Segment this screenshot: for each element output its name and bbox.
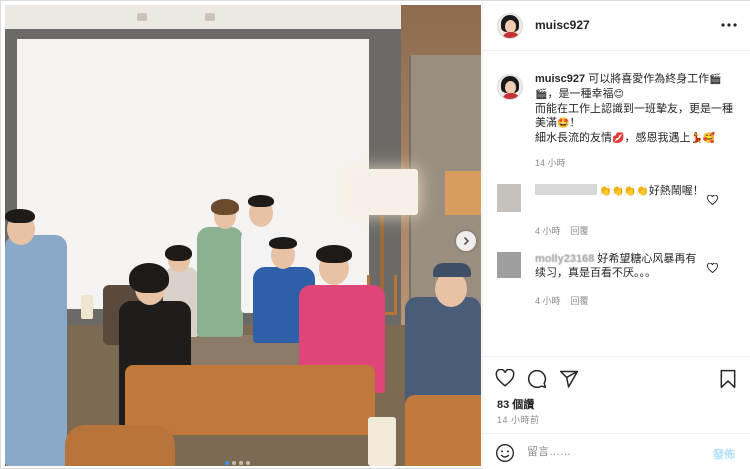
bookmark-icon	[720, 369, 736, 389]
floor-lamp-shade	[346, 169, 418, 215]
post-timestamp[interactable]: 14 小時前	[497, 413, 540, 426]
comment-timestamp[interactable]: 4 小時	[535, 296, 561, 306]
caption-timestamp[interactable]: 14 小時	[535, 156, 566, 169]
redacted-username	[535, 184, 597, 195]
ceiling-light	[137, 13, 147, 21]
comment-body: 好熱鬧喔！	[648, 185, 704, 197]
lampshade-right	[445, 171, 481, 215]
like-button[interactable]	[495, 368, 515, 389]
caption: muisc927 可以將喜愛作為終身工作🎬 🎬，是一種幸福😊 而能在工作上認識到…	[535, 72, 741, 146]
avatar[interactable]	[497, 74, 523, 100]
caption-username[interactable]: muisc927	[535, 73, 585, 85]
instagram-post: muisc927 muisc927 可以將喜愛作為終身工作🎬 🎬，是一種幸福😊 …	[0, 0, 750, 469]
heart-icon	[707, 194, 718, 206]
more-options-button[interactable]	[719, 15, 739, 35]
post-actions: 83 個讚 14 小時前	[483, 356, 750, 432]
comments-section: muisc927 可以將喜愛作為終身工作🎬 🎬，是一種幸福😊 而能在工作上認識到…	[483, 52, 750, 355]
armchair-right	[405, 395, 481, 466]
reply-button[interactable]: 回覆	[571, 296, 589, 306]
username-link[interactable]: muisc927	[535, 18, 590, 32]
comment-item: molly23168 好希望糖心风暴再有续习，真是百看不厌。。。 4 小時 回覆	[497, 252, 743, 312]
lips-emoji: 💋	[612, 133, 625, 144]
smile-emoji: 😊	[613, 89, 624, 100]
armchair-left	[65, 425, 175, 466]
comment-meta: 4 小時 回覆	[535, 294, 599, 307]
comment-item: 👏👏👏👏好熱鬧喔！ 4 小時 回覆	[497, 184, 743, 244]
post-side-panel: muisc927 muisc927 可以將喜愛作為終身工作🎬 🎬，是一種幸福😊 …	[482, 1, 750, 469]
next-photo-button[interactable]	[456, 231, 476, 251]
caption-text: 可以將喜愛作為終身工作	[585, 73, 710, 85]
comment-meta: 4 小時 回覆	[535, 224, 599, 237]
chevron-right-icon	[463, 236, 470, 246]
heart-face-emoji: 🥰	[702, 133, 716, 144]
star-eyes-emoji: 🤩	[557, 118, 570, 129]
clapper-emoji: 🎬	[709, 74, 722, 85]
comment-text: 👏👏👏👏好熱鬧喔！	[535, 184, 707, 199]
add-comment-bar: 發佈	[483, 433, 750, 469]
emoji-button[interactable]	[495, 443, 515, 463]
avatar[interactable]	[497, 184, 521, 212]
candle	[368, 417, 396, 466]
heart-icon	[495, 368, 515, 387]
carousel-dot	[225, 461, 229, 465]
carousel-indicator	[225, 461, 250, 465]
comment-input[interactable]	[527, 443, 697, 461]
post-comment-button[interactable]: 發佈	[713, 446, 735, 462]
comment-button[interactable]	[527, 369, 547, 389]
smiley-icon	[496, 444, 514, 462]
comment-like-button[interactable]	[707, 260, 719, 274]
comment-username[interactable]: molly23168	[535, 253, 594, 265]
clap-emojis: 👏👏👏👏	[599, 186, 649, 197]
clapper-emoji: 🎬	[535, 89, 548, 100]
dancer-emoji: 💃	[690, 133, 703, 144]
save-button[interactable]	[719, 369, 739, 389]
paper-plane-icon	[559, 370, 579, 388]
avatar[interactable]	[497, 13, 523, 39]
avatar[interactable]	[497, 252, 521, 278]
like-count[interactable]: 83 個讚	[497, 396, 534, 412]
ceiling-light	[205, 13, 215, 21]
caption-text: ！	[569, 117, 581, 129]
post-photo[interactable]	[5, 5, 481, 466]
reply-button[interactable]: 回覆	[571, 226, 589, 236]
ottoman	[125, 365, 375, 435]
carousel-dot	[246, 461, 250, 465]
comment-like-button[interactable]	[707, 192, 719, 206]
post-header: muisc927	[483, 1, 750, 51]
comment-bubble-icon	[527, 369, 547, 389]
more-horizontal-icon	[721, 23, 737, 27]
carousel-dot	[232, 461, 236, 465]
comment-text: molly23168 好希望糖心风暴再有续习，真是百看不厌。。。	[535, 252, 707, 280]
heart-icon	[707, 262, 718, 274]
caption-text: ，是一種幸福	[547, 88, 614, 100]
comment-timestamp[interactable]: 4 小時	[535, 226, 561, 236]
caption-text: 細水長流的友情	[535, 132, 612, 144]
caption-text: ，感恩我遇上	[624, 132, 691, 144]
candle-small	[81, 295, 93, 319]
share-button[interactable]	[559, 369, 579, 389]
carousel-dot	[239, 461, 243, 465]
